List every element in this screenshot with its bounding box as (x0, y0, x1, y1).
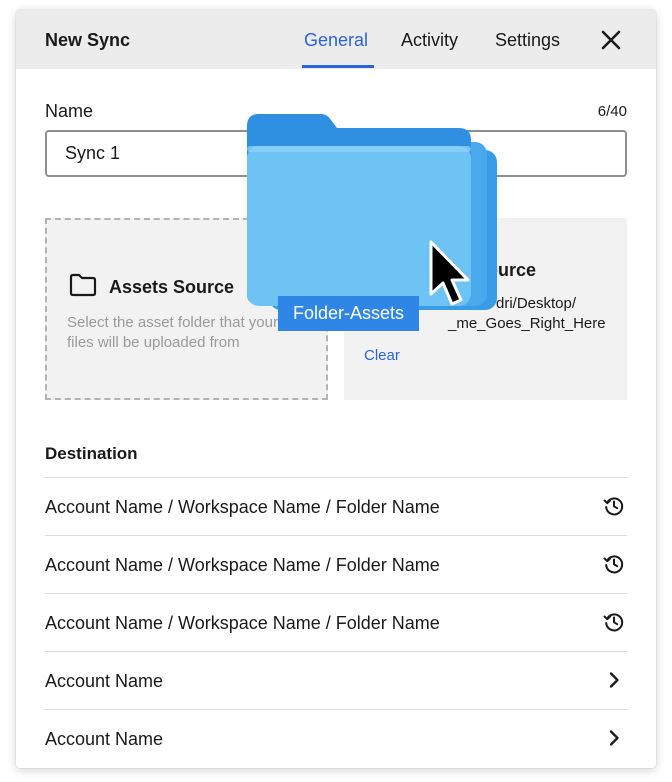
chevron-right-icon (609, 672, 619, 688)
destination-row-label: Account Name / Workspace Name / Folder N… (45, 497, 440, 517)
destination-label: Destination (45, 444, 138, 463)
history-icon (603, 497, 624, 516)
history-icon (603, 555, 624, 574)
dialog-header: New Sync General Activity Settings (16, 10, 656, 69)
destination-row[interactable]: Account Name / Workspace Name / Folder N… (45, 535, 627, 593)
destination-row[interactable]: Account Name / Workspace Name / Folder N… (45, 593, 627, 651)
assets-source-description: Select the asset folder that your files … (67, 314, 278, 351)
assets-source-title: Assets Source (109, 277, 235, 297)
close-button[interactable] (599, 28, 623, 52)
tab-general[interactable]: General (304, 30, 368, 51)
name-char-counter: 6/40 (597, 103, 627, 120)
destination-row-label: Account Name / Workspace Name / Folder N… (45, 613, 440, 633)
chevron-right-icon (609, 730, 619, 746)
active-tab-indicator (302, 65, 374, 68)
destination-row[interactable]: Account Name / Workspace Name / Folder N… (45, 477, 627, 535)
tab-activity[interactable]: Activity (401, 30, 458, 51)
destination-row-label: Account Name / Workspace Name / Folder N… (45, 555, 440, 575)
history-icon (603, 613, 624, 632)
clear-source-link[interactable]: Clear (364, 347, 400, 364)
drag-folder-label: Folder-Assets (278, 296, 419, 331)
destination-row[interactable]: Account Name (45, 651, 627, 709)
folder-outline-icon (69, 273, 97, 297)
name-input[interactable] (45, 130, 627, 177)
destination-list: Account Name / Workspace Name / Folder N… (45, 477, 627, 767)
selected-source-title: ts Source (454, 260, 537, 280)
dialog-title: New Sync (45, 30, 131, 50)
tab-settings[interactable]: Settings (495, 30, 560, 51)
destination-row-label: Account Name (45, 729, 164, 749)
destination-row[interactable]: Account Name (45, 709, 627, 767)
new-sync-dialog: New Sync General Activity Settings Name … (16, 10, 656, 768)
name-label: Name (45, 101, 94, 121)
close-icon (601, 30, 621, 50)
destination-row-label: Account Name (45, 671, 164, 691)
